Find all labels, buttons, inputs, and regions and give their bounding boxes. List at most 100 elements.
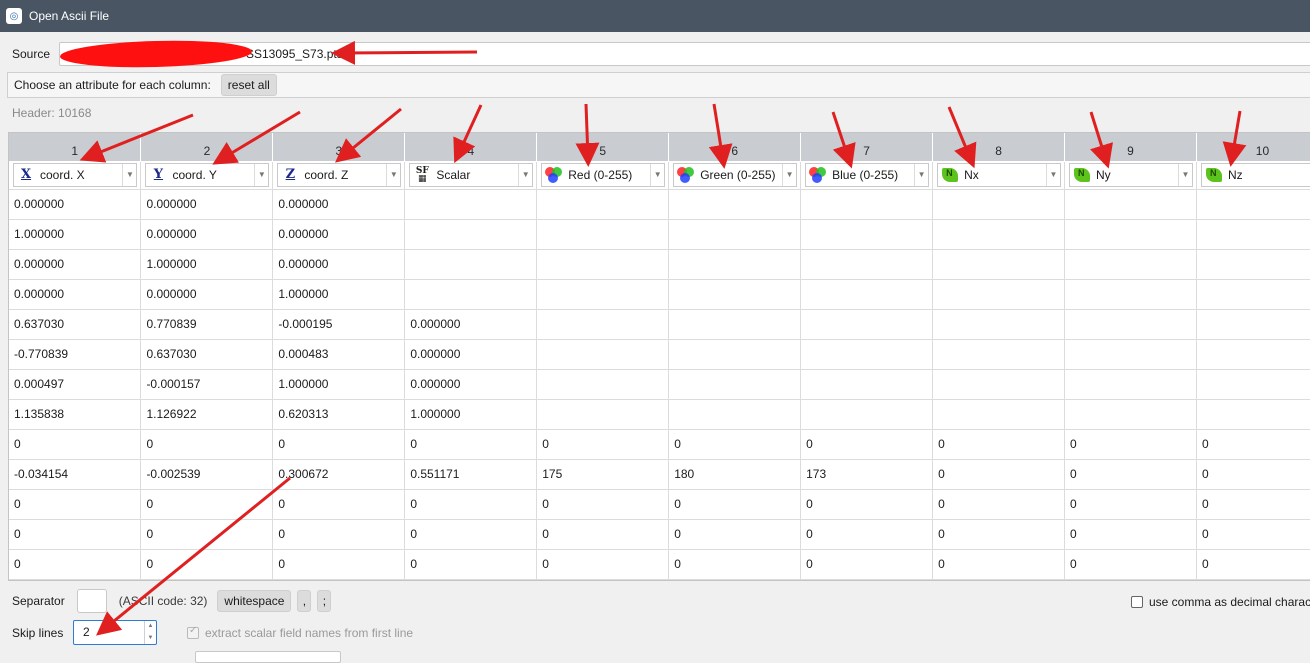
attribute-dropdown[interactable]: Nx ▼ [937,162,1061,187]
partial-dropdown[interactable] [195,651,341,663]
attribute-dropdown-value: Green (0-255) [700,167,776,182]
table-cell [536,399,670,430]
table-cell [932,219,1065,250]
checkbox-box[interactable] [1131,596,1143,608]
normal-icon [1204,165,1224,185]
column-attribute-cell: Green (0-255) ▼ [668,161,802,190]
table-cell [1196,399,1310,430]
table-cell [1196,279,1310,310]
table-cell: 0.300672 [272,459,406,490]
table-cell: 0.551171 [404,459,538,490]
table-row: 0000000000 [9,489,1310,520]
attribute-dropdown-value: Ny [1096,167,1111,182]
column-number-header: 6 [668,133,802,162]
chevron-down-icon[interactable]: ▼ [122,163,136,186]
whitespace-button[interactable]: whitespace [217,590,292,612]
table-body: 0.000000 0.000000 0.000000 1.000000 0.000000… [9,189,1310,580]
extract-names-label: extract scalar field names from first li… [205,626,414,640]
rgb-icon [808,165,828,185]
semicolon-button[interactable]: ; [317,590,332,612]
table-cell: 0.000000 [140,189,274,220]
separator-input[interactable] [76,589,107,613]
table-row: 0.000000 0.000000 1.000000 [9,279,1310,310]
attribute-dropdown[interactable]: Xcoord. X ▼ [13,162,138,187]
attribute-dropdown[interactable]: Red (0-255) ▼ [541,162,666,187]
table-cell: 0 [932,489,1065,520]
comma-button[interactable]: , [297,590,312,612]
table-cell: 0 [1196,489,1310,520]
table-cell: 0 [536,429,670,460]
table-cell: 0 [800,429,934,460]
spin-down-icon[interactable]: ▼ [145,633,156,645]
table-cell [800,249,934,280]
table-cell: 0 [800,489,934,520]
table-cell [536,369,670,400]
scalar-field-icon: SF ▦ [415,165,429,184]
column-number-header: 9 [1064,133,1197,162]
table-cell [536,249,670,280]
skip-lines-input[interactable]: 2 [74,621,144,644]
table-cell: 0.000000 [404,339,538,370]
skip-lines-spinbox[interactable]: 2 ▲ ▼ [73,620,157,645]
table-cell: 0 [9,519,142,550]
chevron-down-icon[interactable]: ▼ [650,163,664,186]
column-attribute-row: Xcoord. X ▼ Ycoord. Y ▼ Zcoord. Z ▼ SF ▦ Scalar ▼… [9,161,1310,190]
table-cell: -0.000157 [140,369,274,400]
table-cell: -0.770839 [9,339,142,370]
attribute-dropdown-value: coord. Y [172,167,217,182]
table-cell [800,189,934,220]
table-cell: 0 [404,429,538,460]
table-cell: 0 [932,459,1065,490]
chevron-down-icon[interactable]: ▼ [914,163,928,186]
table-cell: 180 [668,459,802,490]
table-row: 0000000000 [9,549,1310,580]
attribute-dropdown-value: coord. Z [304,167,349,182]
attribute-dropdown[interactable]: Ycoord. Y ▼ [145,162,270,187]
table-cell [1064,189,1197,220]
table-cell: 0 [9,429,142,460]
attribute-dropdown[interactable]: Zcoord. Z ▼ [277,162,402,187]
table-cell [1196,369,1310,400]
chevron-down-icon[interactable]: ▼ [386,163,400,186]
table-cell: 0 [668,519,802,550]
table-cell: 1.000000 [404,399,538,430]
title-bar: ◎ Open Ascii File [0,0,1310,32]
chevron-down-icon[interactable]: ▼ [518,163,532,186]
column-number-header: 7 [800,133,934,162]
column-attribute-cell: Zcoord. Z ▼ [272,161,406,190]
table-row: -0.034154 -0.002539 0.300672 0.551171 175 180… [9,459,1310,490]
table-cell: 0 [536,489,670,520]
table-cell: 0 [932,429,1065,460]
column-number-header: 4 [404,133,538,162]
table-cell: 0.637030 [9,309,142,340]
table-cell: 0.000000 [272,189,406,220]
separator-row: Separator (ASCII code: 32) whitespace , … [12,589,332,613]
table-row: 1.135838 1.126922 0.620313 1.000000 [9,399,1310,430]
column-number-row: 1 2 3 4 5 6 7 8 9 10 [9,133,1310,162]
attribute-dropdown[interactable]: Ny ▼ [1069,162,1193,187]
table-cell: 0 [404,519,538,550]
table-cell: 0 [404,489,538,520]
chevron-down-icon[interactable]: ▼ [1177,163,1192,186]
comma-decimal-checkbox[interactable]: use comma as decimal character [1131,595,1310,609]
table-cell: 0 [1064,519,1197,550]
chevron-down-icon[interactable]: ▼ [254,163,268,186]
reset-all-button[interactable]: reset all [220,74,277,96]
spin-up-icon[interactable]: ▲ [145,621,156,633]
attribute-dropdown[interactable]: Blue (0-255) ▼ [805,162,930,187]
attribute-dropdown[interactable]: Green (0-255) ▼ [673,162,798,187]
chevron-down-icon[interactable]: ▼ [1046,163,1060,186]
chevron-down-icon[interactable]: ▼ [782,163,796,186]
column-attribute-cell: SF ▦ Scalar ▼ [404,161,538,190]
attribute-dropdown[interactable]: SF ▦ Scalar ▼ [409,162,534,187]
column-number-header: 10 [1196,133,1310,162]
column-number-header: 1 [9,133,142,162]
table-cell [536,219,670,250]
table-cell [1196,339,1310,370]
table-cell: 0 [140,489,274,520]
table-cell: 1.000000 [9,219,142,250]
table-cell [1064,279,1197,310]
table-cell: 0.000000 [140,219,274,250]
attribute-dropdown[interactable]: Nz▼ [1200,162,1310,187]
table-cell: 0 [272,489,406,520]
